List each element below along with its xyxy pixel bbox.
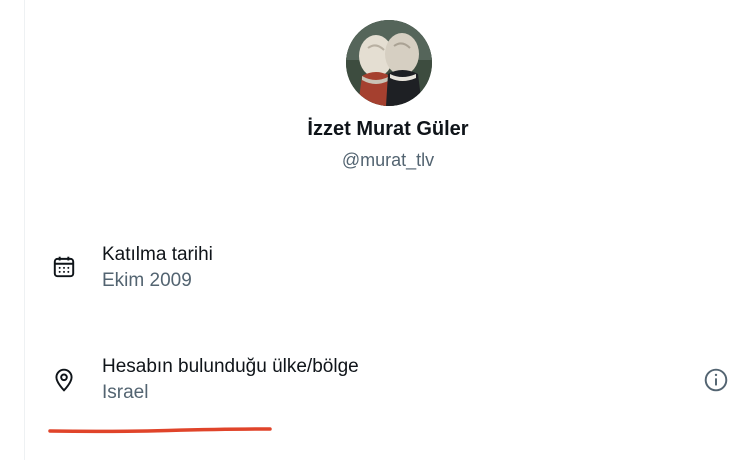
account-location-label: Hesabın bulunduğu ülke/bölge — [102, 356, 359, 377]
join-date-value: Ekim 2009 — [102, 270, 192, 291]
username-handle: @murat_tlv — [341, 150, 435, 170]
account-info-page: İzzet Murat Güler @murat_tlv Katılma tar… — [0, 0, 750, 460]
calendar-icon — [51, 254, 77, 280]
display-name: İzzet Murat Güler — [307, 118, 469, 140]
red-underline-annotation — [48, 427, 272, 434]
avatar[interactable] — [346, 20, 432, 106]
location-pin-icon — [51, 367, 77, 393]
info-icon[interactable] — [703, 367, 729, 393]
join-date-label: Katılma tarihi — [102, 244, 213, 265]
column-divider — [24, 0, 25, 460]
account-location-value: Israel — [102, 382, 149, 403]
